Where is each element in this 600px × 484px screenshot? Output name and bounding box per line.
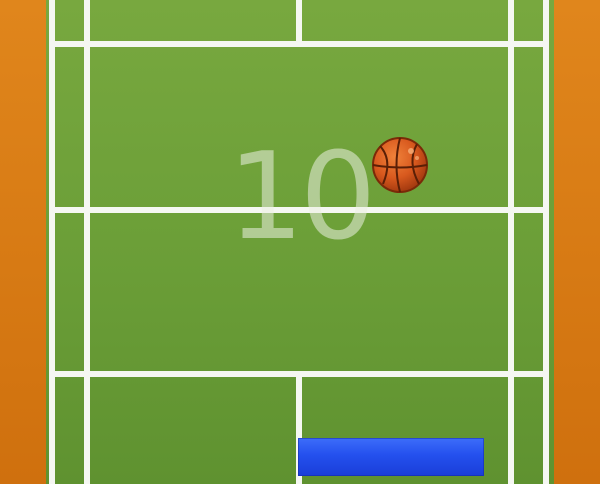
court-line-bottom (49, 371, 549, 377)
court-line-center-top (296, 0, 302, 46)
score-display: 10 (227, 128, 377, 267)
court-line-inner-left (84, 0, 90, 484)
court-line-outer-right (543, 0, 549, 484)
court-line-outer-left (49, 0, 55, 484)
court-line-inner-right (508, 0, 514, 484)
basketball-icon (372, 137, 428, 193)
game-stage[interactable]: 10 (0, 0, 600, 484)
player-paddle[interactable] (298, 438, 484, 476)
court-line-top (49, 41, 549, 47)
